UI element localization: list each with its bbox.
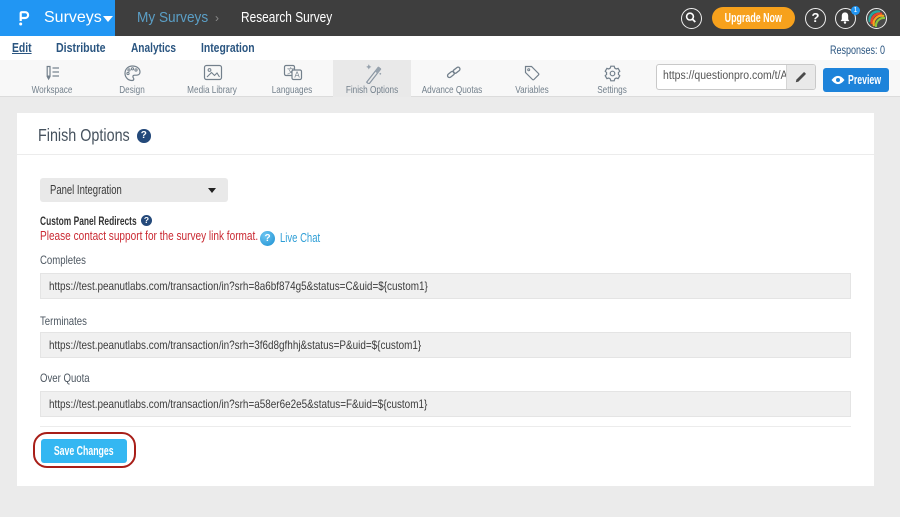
svg-text:A: A	[294, 71, 300, 80]
